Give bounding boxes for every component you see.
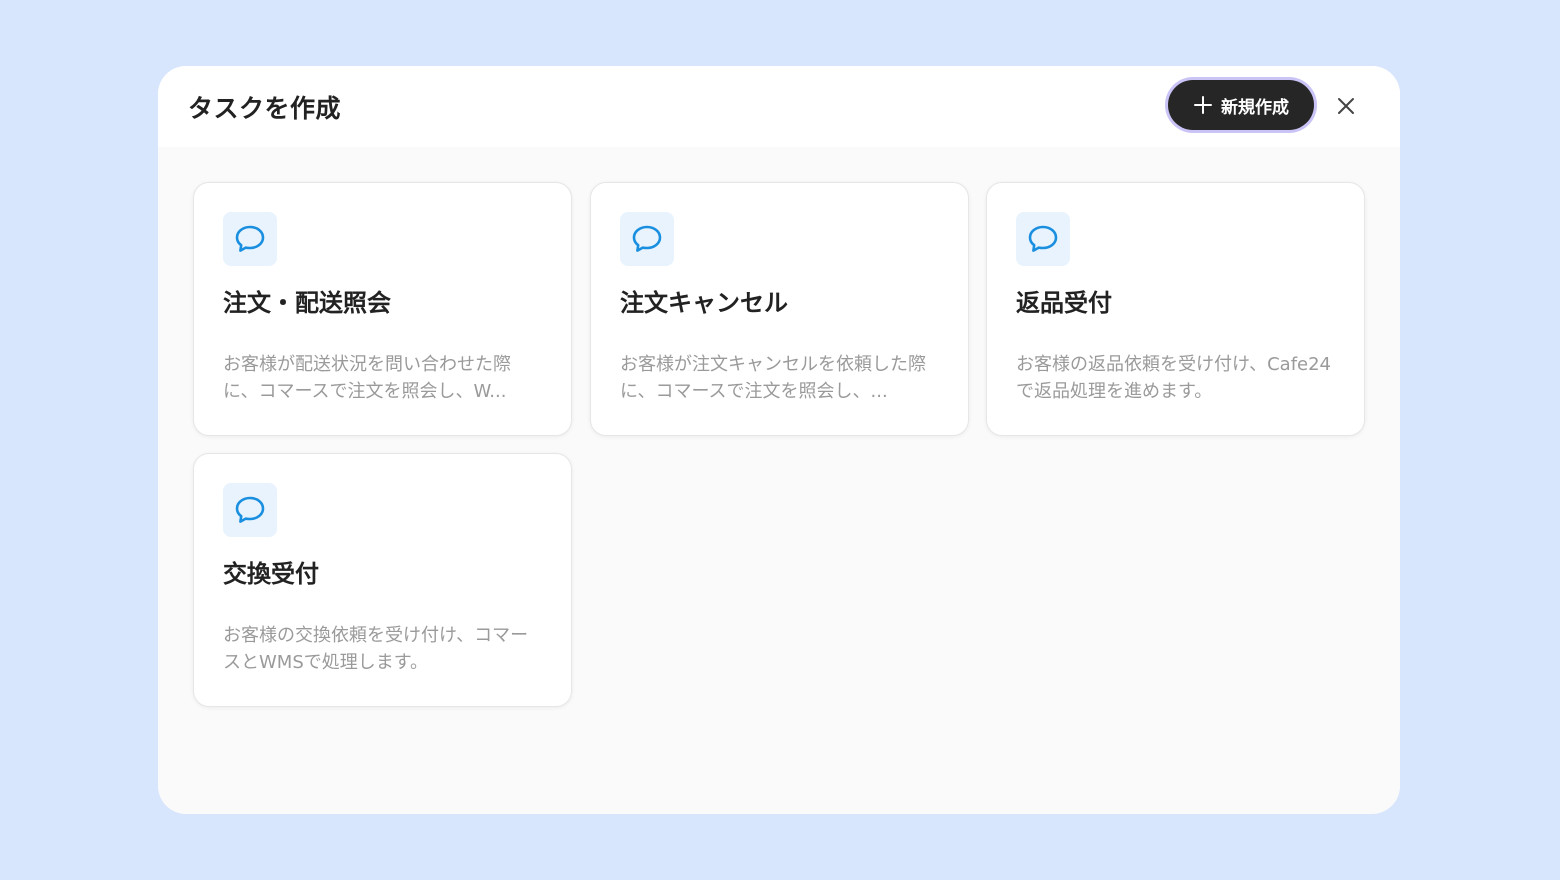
chat-bubble-icon <box>235 225 265 252</box>
create-task-modal: タスクを作成 新規作成 注文・配送照会 お客様が配送状況を問い合わせた際に、コマ… <box>158 66 1400 814</box>
close-icon <box>1338 98 1354 114</box>
new-task-button[interactable]: 新規作成 <box>1168 80 1314 130</box>
new-task-button-label: 新規作成 <box>1221 97 1289 118</box>
card-icon-box <box>1016 212 1070 266</box>
chat-bubble-icon <box>1028 225 1058 252</box>
card-title: 注文・配送照会 <box>223 289 391 317</box>
card-title: 返品受付 <box>1016 289 1112 317</box>
card-description: お客様が配送状況を問い合わせた際に、コマースで注文を照会し、W... <box>223 354 511 402</box>
card-description: お客様の返品依頼を受け付け、Cafe24で返品処理を進めます。 <box>1016 354 1332 402</box>
task-card-order-cancel[interactable]: 注文キャンセル お客様が注文キャンセルを依頼した際に、コマースで注文を照会し、.… <box>590 182 969 436</box>
task-card-return-request[interactable]: 返品受付 お客様の返品依頼を受け付け、Cafe24で返品処理を進めます。 <box>986 182 1365 436</box>
task-card-order-delivery-inquiry[interactable]: 注文・配送照会 お客様が配送状況を問い合わせた際に、コマースで注文を照会し、W.… <box>193 182 572 436</box>
card-icon-box <box>223 483 277 537</box>
plus-icon <box>1193 95 1213 115</box>
card-icon-box <box>620 212 674 266</box>
chat-bubble-icon <box>235 496 265 523</box>
card-title: 交換受付 <box>223 560 319 588</box>
card-description: お客様が注文キャンセルを依頼した際に、コマースで注文を照会し、... <box>620 354 926 402</box>
chat-bubble-icon <box>632 225 662 252</box>
card-title: 注文キャンセル <box>620 289 788 317</box>
card-icon-box <box>223 212 277 266</box>
modal-title: タスクを作成 <box>188 93 342 123</box>
task-card-exchange-request[interactable]: 交換受付 お客様の交換依頼を受け付け、コマースとWMSで処理します。 <box>193 453 572 707</box>
modal-header: タスクを作成 新規作成 <box>158 66 1400 147</box>
card-description: お客様の交換依頼を受け付け、コマースとWMSで処理します。 <box>223 625 529 673</box>
close-button[interactable] <box>1330 90 1362 122</box>
